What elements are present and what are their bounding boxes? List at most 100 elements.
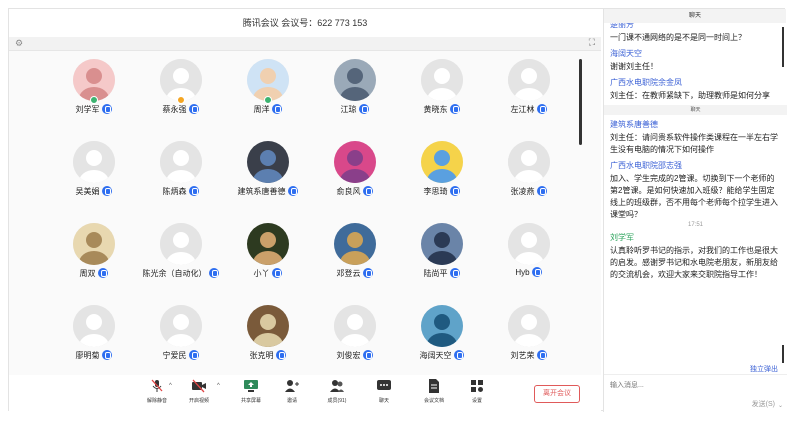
meeting-title: 腾讯会议 会议号：622 773 153 [9,9,601,37]
participant-tile[interactable]: 周洋 [224,51,311,117]
participant-name: 黄晓东 [398,103,485,115]
participant-name: 周双 [50,267,137,279]
chat-sender[interactable]: 建筑系唐善德 [610,119,781,130]
default-avatar-icon [73,141,115,183]
participant-tile[interactable]: 张凌燕 [485,133,572,199]
participant-tile[interactable]: 陈炳森 [137,133,224,199]
participant-tile[interactable]: 邓登云 [311,215,398,281]
participant-name: 宁爱民 [137,349,224,361]
mic-status-icon [101,349,112,360]
participant-tile[interactable]: 江琼 [311,51,398,117]
grid-scrollbar[interactable] [579,59,582,145]
participant-name-text: 周洋 [253,105,270,114]
leave-meeting-button[interactable]: 离开会议 [534,385,580,403]
chat-message-text: 认真聆听罗书记的指示，对我们的工作也是很大的启发。感谢罗书记和水电院老朋友，新朋… [610,246,778,279]
chat-input[interactable] [610,379,750,391]
chat-timestamp: 17:51 [687,222,703,228]
send-button[interactable]: 发送(S) [752,399,775,409]
chat-sender[interactable]: 刘学军 [610,232,781,243]
chat-sender[interactable]: 楚丽芳 [610,23,781,30]
participant-name-text: 刘学军 [75,105,100,114]
participant-tile[interactable]: 俞良风 [311,133,398,199]
participant-name-text: 陈光余（自动化） [142,269,207,278]
members-button[interactable]: 成员(91) [317,379,357,409]
participant-grid: 刘学军 蔡永强 周洋 江琼 黄晓东 左江林吴美娟 陈炳森 建筑系唐善德 俞良风 李思琦 张凌燕周双 陈… [9,51,585,374]
participant-tile[interactable]: 刘学军 [50,51,137,117]
participant-name-text: 小丫 [253,269,270,278]
chat-message-text: 加入、学生完成的2管课。切换到下一个老师的第2管课。是如何快速加入班级？能给学生… [610,174,778,219]
participant-name: 陆尚平 [398,267,485,279]
chat-scrollbar[interactable] [782,27,784,67]
participant-photo [247,305,289,347]
participant-tile[interactable]: 陆尚平 [398,215,485,281]
participant-name-text: 周双 [79,269,96,278]
participant-name: Hyb [485,267,572,278]
mic-status-icon [362,349,373,360]
mic-status-icon [275,349,286,360]
chat-message-text: 一门课不通网络的是不是同一时间上？ [610,33,746,42]
mic-status-icon [358,103,369,114]
mic-status-icon [531,267,542,277]
docs-button[interactable]: 会议文档 [414,379,454,409]
camera-off-icon [192,379,206,393]
members-icon [330,380,344,392]
video-button[interactable]: 开启视频 [179,379,219,409]
default-avatar-icon [160,141,202,183]
mic-status-icon [362,185,373,196]
participant-tile[interactable]: 周双 [50,215,137,281]
participant-name-text: 蔡永强 [162,105,187,114]
participant-tile[interactable]: 黄晓东 [398,51,485,117]
participant-tile[interactable]: Hyb [485,215,572,281]
default-avatar-icon [508,141,550,183]
participant-tile[interactable]: 海阔天空 [398,297,485,363]
participant-tile[interactable]: 陈光余（自动化） [137,215,224,281]
participant-name-text: 张凌燕 [510,187,535,196]
chat-message-text: 谢谢刘主任！ [610,62,658,71]
grid-toolbar: ⚙ ⛶ [9,37,601,51]
chat-divider: 聊天 [604,105,787,115]
participant-photo [334,141,376,183]
participant-photo [247,223,289,265]
share-screen-button[interactable]: 共享屏幕 [231,379,271,409]
participant-tile[interactable]: 刘俊宏 [311,297,398,363]
chat-messages[interactable]: 楚丽芳一门课不通网络的是不是同一时间上？ 海阔天空谢谢刘主任！ 广西水电职院余金凤刘… [604,23,787,363]
mute-options-caret[interactable]: ^ [169,383,172,389]
default-avatar-icon [73,305,115,347]
participant-tile[interactable]: 左江林 [485,51,572,117]
share-screen-icon [244,380,258,392]
participant-tile[interactable]: 吴美娟 [50,133,137,199]
invite-button[interactable]: 邀请 [272,379,312,409]
video-options-caret[interactable]: ^ [217,383,220,389]
chat-sender[interactable]: 广西水电职院邵志强 [610,160,781,171]
chat-button[interactable]: 聊天 [364,379,404,409]
mic-status-icon [188,103,199,114]
participant-photo [73,59,115,101]
participant-name-text: 李思琦 [423,187,448,196]
participant-tile[interactable]: 蔡永强 [137,51,224,117]
chat-sender[interactable]: 广西水电职院余金凤 [610,77,781,88]
participant-name-text: 俞良风 [336,187,361,196]
mute-label: 解除静音 [146,398,167,404]
participant-tile[interactable]: 宁爱民 [137,297,224,363]
participant-name: 刘学军 [50,103,137,115]
participant-tile[interactable]: 张克明 [224,297,311,363]
participant-tile[interactable]: 廖明菊 [50,297,137,363]
participant-tile[interactable]: 建筑系唐善德 [224,133,311,199]
participant-tile[interactable]: 刘艺荣 [485,297,572,363]
participant-name: 周洋 [224,103,311,115]
mic-status-icon [536,103,547,114]
participant-tile[interactable]: 李思琦 [398,133,485,199]
send-options-caret[interactable]: ⌄ [778,402,783,409]
participant-name: 张克明 [224,349,311,361]
participant-tile[interactable]: 小丫 [224,215,311,281]
participant-name: 邓登云 [311,267,398,279]
popout-chat-link[interactable]: 独立弹出 [750,364,778,374]
participant-name-text: 建筑系唐善德 [237,187,286,196]
fullscreen-icon[interactable]: ⛶ [589,37,595,48]
chat-scrollbar-lower[interactable] [782,345,784,363]
chat-sender[interactable]: 海阔天空 [610,48,781,59]
settings-button[interactable]: 设置 [457,379,497,409]
participant-photo [334,59,376,101]
dots-icon[interactable]: ⚙ [15,38,23,49]
docs-label: 会议文档 [423,398,444,404]
